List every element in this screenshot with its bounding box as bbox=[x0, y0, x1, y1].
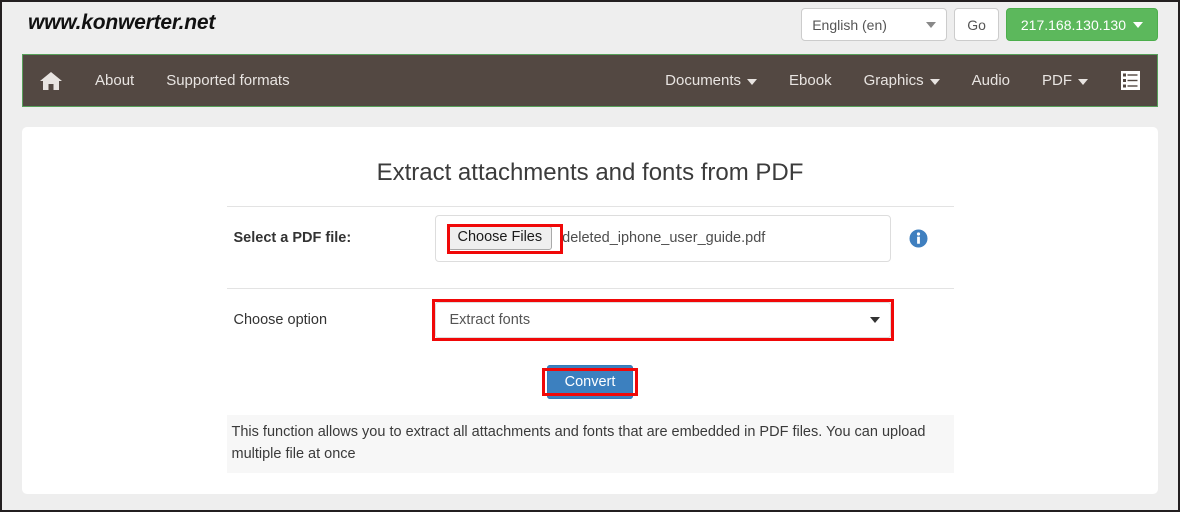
option-select-wrap: Extract fonts bbox=[431, 299, 894, 341]
option-select-value: Extract fonts bbox=[449, 312, 531, 328]
nav-item-label: PDF bbox=[1042, 72, 1072, 89]
nav-item-label: About bbox=[95, 72, 135, 89]
nav-item-pdf[interactable]: PDF bbox=[1026, 55, 1104, 106]
convert-button[interactable]: Convert bbox=[546, 365, 634, 399]
nav-item-ebook[interactable]: Ebook bbox=[773, 55, 848, 106]
nav-item-audio[interactable]: Audio bbox=[956, 55, 1026, 106]
function-description: This function allows you to extract all … bbox=[226, 415, 954, 473]
file-input[interactable]: Choose Files deleted_iphone_user_guide.p… bbox=[434, 214, 891, 262]
header-controls: English (en) Go 217.168.130.130 bbox=[801, 8, 1158, 41]
option-control-wrap: Extract fonts bbox=[431, 299, 954, 341]
nav-item-label: Supported formats bbox=[166, 72, 290, 89]
list-view-icon bbox=[1120, 70, 1141, 91]
nav-item-home[interactable] bbox=[23, 55, 79, 106]
content-panel: Extract attachments and fonts from PDF S… bbox=[22, 127, 1158, 494]
chevron-down-icon bbox=[1133, 21, 1143, 28]
browser-page: www.konwerter.net English (en) Go 217.16… bbox=[0, 0, 1180, 512]
chevron-down-icon bbox=[747, 78, 758, 85]
nav-right-group: Documents Ebook Graphics Audio PDF bbox=[649, 55, 1157, 106]
nav-item-supported-formats[interactable]: Supported formats bbox=[150, 55, 305, 106]
nav-left-group: About Supported formats bbox=[23, 55, 306, 106]
option-select[interactable]: Extract fonts bbox=[434, 302, 891, 338]
go-button[interactable]: Go bbox=[954, 8, 999, 41]
chevron-down-icon bbox=[926, 21, 937, 28]
file-select-row: Select a PDF file: Choose Files deleted_… bbox=[227, 207, 954, 269]
nav-item-label: Ebook bbox=[789, 72, 832, 89]
nav-item-label: Documents bbox=[665, 72, 742, 89]
chevron-down-icon bbox=[1078, 78, 1088, 85]
chevron-down-icon bbox=[929, 78, 940, 85]
selected-file-name: deleted_iphone_user_guide.pdf bbox=[562, 230, 766, 246]
nav-item-about[interactable]: About bbox=[79, 55, 150, 106]
language-select-value: English (en) bbox=[812, 16, 887, 33]
choose-files-button[interactable]: Choose Files bbox=[447, 226, 553, 250]
file-control-wrap: Choose Files deleted_iphone_user_guide.p… bbox=[434, 214, 954, 262]
file-select-label: Select a PDF file: bbox=[233, 230, 352, 246]
home-icon bbox=[40, 71, 62, 90]
main-navigation: About Supported formats Documents Ebook … bbox=[22, 54, 1158, 107]
site-logo[interactable]: www.konwerter.net bbox=[28, 11, 215, 35]
convert-wrap: Convert bbox=[541, 365, 639, 399]
convert-row: Convert bbox=[22, 365, 1158, 399]
chevron-down-icon bbox=[869, 317, 880, 323]
option-select-label: Choose option bbox=[233, 312, 328, 328]
nav-item-graphics[interactable]: Graphics bbox=[848, 55, 956, 106]
nav-item-label: Graphics bbox=[863, 72, 924, 89]
ip-address-label: 217.168.130.130 bbox=[1020, 16, 1126, 33]
file-info-tooltip[interactable] bbox=[909, 229, 928, 248]
nav-item-label: Audio bbox=[971, 72, 1010, 89]
nav-item-documents[interactable]: Documents bbox=[649, 55, 773, 106]
page-title: Extract attachments and fonts from PDF bbox=[376, 159, 804, 186]
info-circle-icon bbox=[909, 229, 927, 247]
site-header: www.konwerter.net English (en) Go 217.16… bbox=[2, 2, 1178, 54]
language-select[interactable]: English (en) bbox=[801, 8, 948, 41]
option-select-row: Choose option Extract fonts bbox=[227, 289, 954, 351]
ip-address-button[interactable]: 217.168.130.130 bbox=[1005, 8, 1158, 41]
nav-item-all-formats[interactable] bbox=[1104, 55, 1157, 106]
